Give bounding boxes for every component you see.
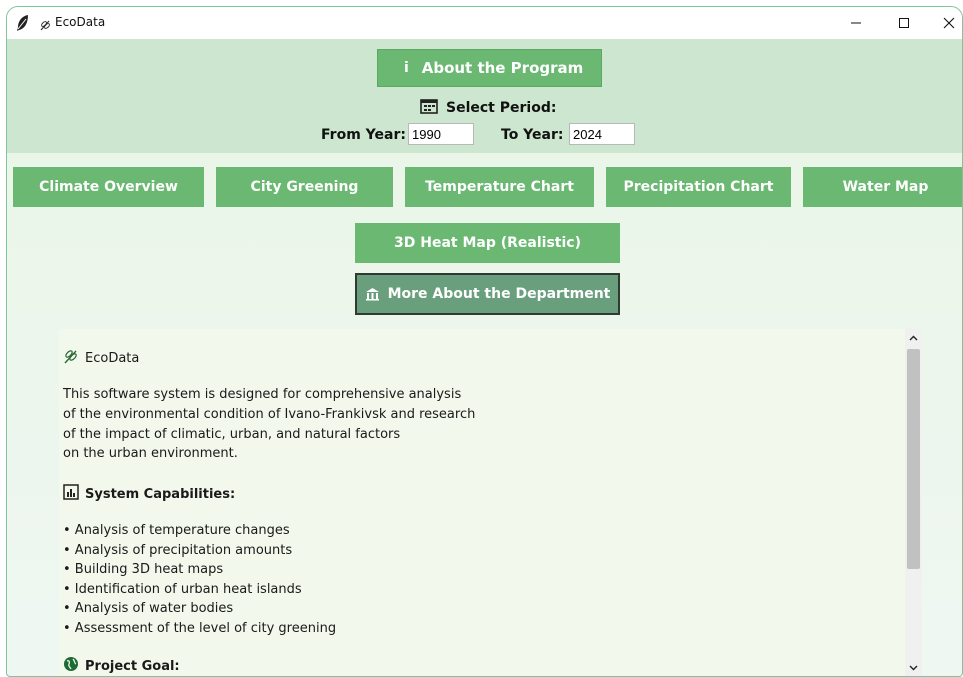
- maximize-button[interactable]: [881, 7, 927, 39]
- department-button[interactable]: More About the Department: [355, 273, 620, 315]
- description-text-area[interactable]: EcoData This software system is designed…: [59, 329, 905, 676]
- minimize-button[interactable]: [833, 7, 879, 39]
- select-period-label: Select Period:: [446, 100, 557, 116]
- capability-item: • Analysis of precipitation amounts: [63, 543, 293, 558]
- building-icon: [365, 287, 380, 301]
- info-icon: i: [404, 60, 409, 76]
- intro-line: on the urban environment.: [63, 446, 238, 461]
- wheat-icon: [39, 16, 51, 31]
- capability-item: • Assessment of the level of city greeni…: [63, 621, 337, 636]
- capabilities-heading-row: System Capabilities:: [63, 484, 235, 504]
- temperature-chart-button[interactable]: Temperature Chart: [405, 167, 594, 207]
- about-program-button[interactable]: i About the Program: [377, 49, 602, 87]
- title-bar: EcoData: [7, 7, 962, 39]
- feather-icon: [15, 14, 31, 32]
- from-year-label: From Year:: [321, 127, 406, 143]
- water-map-button[interactable]: Water Map: [803, 167, 962, 207]
- calendar-icon: [420, 98, 438, 118]
- heat-map-3d-button[interactable]: 3D Heat Map (Realistic): [355, 223, 620, 263]
- to-year-input[interactable]: [569, 123, 635, 145]
- intro-line: of the impact of climatic, urban, and na…: [63, 427, 401, 442]
- close-button[interactable]: [926, 7, 962, 39]
- about-program-label: About the Program: [421, 59, 584, 77]
- content-title: EcoData: [85, 350, 140, 366]
- intro-line: This software system is designed for com…: [63, 387, 462, 402]
- bar-chart-icon: [63, 484, 85, 504]
- content-title-row: EcoData: [63, 348, 139, 368]
- scrollbar-thumb[interactable]: [907, 349, 920, 569]
- wheat-icon: [63, 348, 85, 368]
- vertical-scrollbar[interactable]: [905, 329, 922, 676]
- app-window: EcoData i About the Program Select Perio…: [6, 6, 963, 677]
- capability-item: • Building 3D heat maps: [63, 562, 224, 577]
- from-year-input[interactable]: [408, 123, 474, 145]
- goal-heading: Project Goal:: [85, 658, 180, 674]
- goal-heading-row: Project Goal:: [63, 656, 180, 676]
- scroll-up-icon[interactable]: [905, 329, 922, 346]
- scroll-down-icon[interactable]: [905, 659, 922, 676]
- capability-item: • Analysis of temperature changes: [63, 523, 290, 538]
- globe-icon: [63, 656, 85, 676]
- city-greening-button[interactable]: City Greening: [216, 167, 393, 207]
- to-year-label: To Year:: [501, 127, 564, 143]
- header-panel: i About the Program Select Period: From …: [7, 39, 962, 153]
- climate-overview-button[interactable]: Climate Overview: [13, 167, 204, 207]
- department-label: More About the Department: [387, 286, 611, 302]
- capabilities-heading: System Capabilities:: [85, 486, 236, 502]
- window-title: EcoData: [55, 15, 106, 29]
- intro-line: of the environmental condition of Ivano-…: [63, 407, 476, 422]
- select-period-row: Select Period:: [420, 97, 556, 119]
- precipitation-chart-button[interactable]: Precipitation Chart: [606, 167, 791, 207]
- capability-item: • Identification of urban heat islands: [63, 582, 302, 597]
- capability-item: • Analysis of water bodies: [63, 601, 234, 616]
